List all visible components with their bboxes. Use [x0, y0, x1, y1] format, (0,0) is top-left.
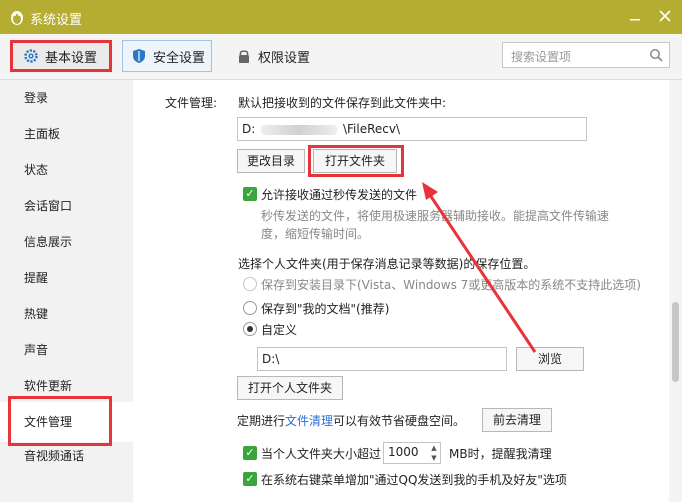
radio-my-documents[interactable] [243, 301, 257, 315]
change-directory-button[interactable]: 更改目录 [237, 149, 305, 173]
scrollbar-thumb[interactable] [672, 302, 679, 382]
content-scrollbar[interactable] [669, 80, 682, 502]
context-menu-checkbox[interactable]: ✓ [243, 472, 257, 486]
sidebar-item-av-call[interactable]: 音视频通话 [0, 438, 133, 474]
cleanup-prefix: 定期进行 [237, 414, 286, 428]
chevron-down-icon[interactable]: ▼ [428, 453, 440, 463]
allow-flash-transfer-checkbox[interactable]: ✓ [243, 187, 257, 201]
file-cleanup-link[interactable]: 文件清理 [285, 414, 333, 428]
tab-label: 安全设置 [153, 50, 206, 66]
sidebar-item-label: 热键 [24, 307, 49, 321]
sidebar-item-label: 主面板 [24, 127, 61, 141]
path-prefix: D: [242, 122, 256, 136]
sidebar-item-label: 音视频通话 [24, 449, 85, 463]
lock-icon [239, 50, 249, 63]
radio-custom-label: 自定义 [261, 323, 298, 337]
sidebar-item-label: 状态 [24, 163, 49, 177]
size-warning-prefix: 当个人文件夹大小超过 [261, 447, 382, 461]
cleanup-text: 定期进行文件清理可以有效节省硬盘空间。 [237, 412, 465, 429]
search-icon[interactable] [649, 48, 663, 62]
sidebar-item-login[interactable]: 登录 [0, 80, 133, 116]
settings-sidebar: 登录 主面板 状态 会话窗口 信息展示 提醒 热键 声音 软件更新 文件管理 音… [0, 80, 133, 502]
sidebar-item-label: 文件管理 [24, 415, 73, 429]
sidebar-item-label: 会话窗口 [24, 199, 73, 213]
size-limit-value: 1000 [388, 445, 419, 459]
title-bar: 系统设置 [0, 0, 682, 34]
sidebar-item-main-panel[interactable]: 主面板 [0, 116, 133, 152]
tab-permission-settings[interactable]: 权限设置 [234, 40, 334, 72]
section-label: 文件管理: [165, 96, 218, 110]
sidebar-item-reminder[interactable]: 提醒 [0, 260, 133, 296]
sidebar-item-label: 声音 [24, 343, 49, 357]
size-warning-suffix: MB时，提醒我清理 [449, 447, 552, 461]
shield-icon [133, 49, 145, 63]
file-management-panel: 文件管理: 默认把接收到的文件保存到此文件夹中: D: \FileRecv\ 更… [133, 80, 669, 502]
tab-label: 基本设置 [45, 50, 98, 66]
close-icon [659, 10, 671, 22]
minimize-button[interactable] [624, 6, 646, 28]
receive-folder-desc: 默认把接收到的文件保存到此文件夹中: [238, 96, 447, 110]
sidebar-item-label: 提醒 [24, 271, 49, 285]
penguin-logo-icon [11, 11, 23, 25]
radio-install-dir-label: 保存到安装目录下(Vista、Windows 7或更高版本的系统不支持此选项) [261, 278, 641, 292]
flash-note-line2: 度，缩短传输时间。 [261, 227, 370, 241]
search-input[interactable]: 搜索设置项 [502, 42, 670, 68]
sidebar-item-sound[interactable]: 声音 [0, 332, 133, 368]
sidebar-item-hotkeys[interactable]: 热键 [0, 296, 133, 332]
window-title: 系统设置 [30, 13, 83, 28]
sidebar-item-chat-window[interactable]: 会话窗口 [0, 188, 133, 224]
gear-icon [24, 49, 38, 63]
sidebar-item-label: 信息展示 [24, 235, 73, 249]
sidebar-item-file-management[interactable]: 文件管理 [0, 396, 133, 446]
close-button[interactable] [654, 6, 676, 28]
size-limit-stepper[interactable]: 1000 ▲ ▼ [383, 442, 441, 464]
tab-label: 权限设置 [258, 50, 311, 66]
open-personal-folder-button[interactable]: 打开个人文件夹 [237, 376, 343, 400]
chevron-up-icon[interactable]: ▲ [428, 443, 440, 453]
tab-security-settings[interactable]: 安全设置 [122, 40, 212, 72]
path-suffix: \FileRecv\ [342, 122, 400, 136]
stepper-arrows[interactable]: ▲ ▼ [428, 443, 440, 463]
size-warning-checkbox[interactable]: ✓ [243, 446, 257, 460]
personal-folder-label: 选择个人文件夹(用于保存消息记录等数据)的保存位置。 [238, 257, 536, 271]
search-placeholder: 搜索设置项 [511, 50, 572, 64]
sidebar-item-status[interactable]: 状态 [0, 152, 133, 188]
sidebar-item-label: 登录 [24, 91, 49, 105]
go-cleanup-button[interactable]: 前去清理 [482, 408, 552, 432]
tab-basic-settings[interactable]: 基本设置 [10, 40, 112, 72]
browse-button[interactable]: 浏览 [516, 347, 584, 371]
flash-note-line1: 秒传发送的文件，将使用极速服务器辅助接收。能提高文件传输速 [261, 209, 610, 223]
radio-custom[interactable] [243, 322, 257, 336]
allow-flash-transfer-label: 允许接收通过秒传发送的文件 [261, 188, 418, 202]
path-redacted-blur [261, 124, 338, 135]
context-menu-label: 在系统右键菜单增加"通过QQ发送到我的手机及好友"选项 [261, 473, 567, 487]
receive-path-field[interactable]: D: \FileRecv\ [237, 117, 587, 141]
sidebar-item-label: 软件更新 [24, 379, 73, 393]
minimize-icon [630, 19, 640, 21]
settings-toolbar: 基本设置 安全设置 权限设置 搜索设置项 [0, 34, 682, 80]
custom-path-field[interactable]: D:\ [257, 347, 507, 371]
sidebar-item-info-display[interactable]: 信息展示 [0, 224, 133, 260]
radio-install-dir[interactable] [243, 277, 257, 291]
open-folder-highlight [308, 145, 404, 177]
radio-my-documents-label: 保存到"我的文档"(推荐) [261, 302, 390, 316]
cleanup-suffix: 可以有效节省硬盘空间。 [333, 414, 466, 428]
